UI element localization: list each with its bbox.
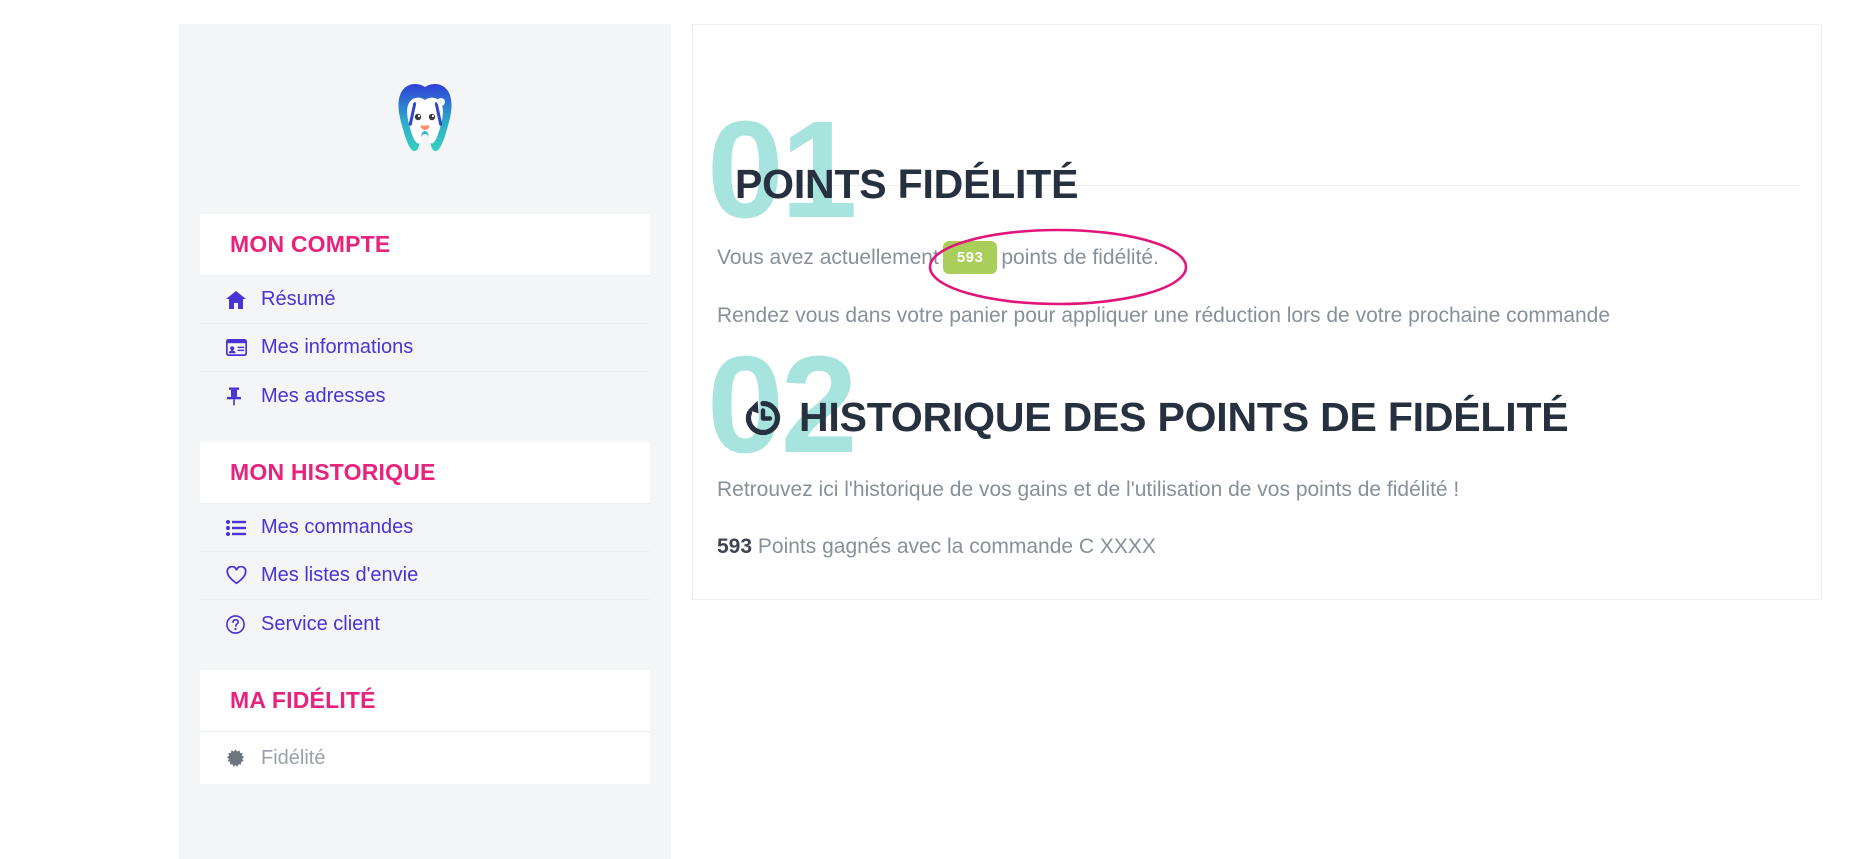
section-header: 01 POINTS FIDÉLITÉ xyxy=(707,101,1797,239)
sidebar-section-mon-historique: MON HISTORIQUE Mes commandes Mes listes … xyxy=(200,442,650,648)
sidebar-item-label: Résumé xyxy=(261,288,336,310)
id-card-icon xyxy=(226,339,252,356)
question-circle-icon xyxy=(226,614,252,634)
page-title-text: POINTS FIDÉLITÉ xyxy=(735,161,1079,207)
list-icon xyxy=(226,519,252,536)
sidebar-item-fidelite[interactable]: Fidélité xyxy=(200,732,650,784)
history-entry-row: 593 Points gagnés avec la commande C XXX… xyxy=(717,532,1797,561)
section-historique-points: 02 HISTORIQUE DES POINTS DE FIDÉLITÉ Ret… xyxy=(707,336,1797,561)
sidebar-item-label: Mes informations xyxy=(261,336,414,358)
sidebar-section-ma-fidelite: MA FIDÉLITÉ Fidélité xyxy=(200,670,650,784)
account-sidebar: MON COMPTE Résumé Mes informations Mes a… xyxy=(179,24,671,859)
history-title: HISTORIQUE DES POINTS DE FIDÉLITÉ xyxy=(741,394,1569,441)
cart-reduction-note: Rendez vous dans votre panier pour appli… xyxy=(717,304,1611,327)
points-statement-prefix: Vous avez actuellement xyxy=(717,246,939,269)
heart-icon xyxy=(226,566,252,585)
sidebar-menu: Résumé Mes informations Mes adresses xyxy=(200,276,650,420)
section-points-fidelite: 01 POINTS FIDÉLITÉ Vous avez actuellemen… xyxy=(707,101,1797,330)
pin-icon xyxy=(226,387,252,406)
loyalty-main-panel: 01 POINTS FIDÉLITÉ Vous avez actuellemen… xyxy=(692,24,1822,600)
history-icon xyxy=(741,396,785,440)
page-title: POINTS FIDÉLITÉ xyxy=(735,161,1078,208)
sidebar-section-title: MON COMPTE xyxy=(200,214,650,276)
home-icon xyxy=(226,290,252,309)
history-entry-points: 593 xyxy=(717,534,753,558)
sidebar-section-mon-compte: MON COMPTE Résumé Mes informations Mes a… xyxy=(200,214,650,420)
sidebar-section-title: MA FIDÉLITÉ xyxy=(200,670,650,732)
sidebar-item-resume[interactable]: Résumé xyxy=(200,276,650,324)
sunburst-icon xyxy=(226,749,252,768)
sidebar-item-mes-informations[interactable]: Mes informations xyxy=(200,324,650,372)
sidebar-item-mes-commandes[interactable]: Mes commandes xyxy=(200,504,650,552)
logo-area xyxy=(179,24,671,214)
main-inner: 01 POINTS FIDÉLITÉ Vous avez actuellemen… xyxy=(693,101,1821,561)
sidebar-item-mes-adresses[interactable]: Mes adresses xyxy=(200,372,650,420)
sidebar-item-service-client[interactable]: Service client xyxy=(200,600,650,648)
points-statement-suffix: points de fidélité. xyxy=(1001,246,1159,269)
sidebar-item-label: Fidélité xyxy=(261,746,326,769)
history-entry-label: Points gagnés avec la commande C XXXX xyxy=(757,534,1156,558)
history-title-text: HISTORIQUE DES POINTS DE FIDÉLITÉ xyxy=(799,394,1569,441)
sidebar-item-label: Mes commandes xyxy=(261,516,414,538)
sidebar-menu: Fidélité xyxy=(200,732,650,784)
points-statement: Vous avez actuellement 593 points de fidél… xyxy=(717,241,1797,274)
history-intro: Retrouvez ici l'historique de vos gains … xyxy=(717,478,1460,502)
sidebar-menu: Mes commandes Mes listes d'envie Service… xyxy=(200,504,650,648)
points-badge: 593 xyxy=(942,241,998,274)
sidebar-item-label: Service client xyxy=(261,612,380,635)
sidebar-item-mes-listes-denvie[interactable]: Mes listes d'envie xyxy=(200,552,650,600)
sidebar-section-title: MON HISTORIQUE xyxy=(200,442,650,504)
page-root: MON COMPTE Résumé Mes informations Mes a… xyxy=(0,0,1871,859)
section-header: 02 HISTORIQUE DES POINTS DE FIDÉLITÉ xyxy=(707,336,1797,474)
sidebar-item-label: Mes listes d'envie xyxy=(261,564,419,586)
tooth-mascot-logo xyxy=(386,80,464,158)
sidebar-item-label: Mes adresses xyxy=(261,384,386,407)
